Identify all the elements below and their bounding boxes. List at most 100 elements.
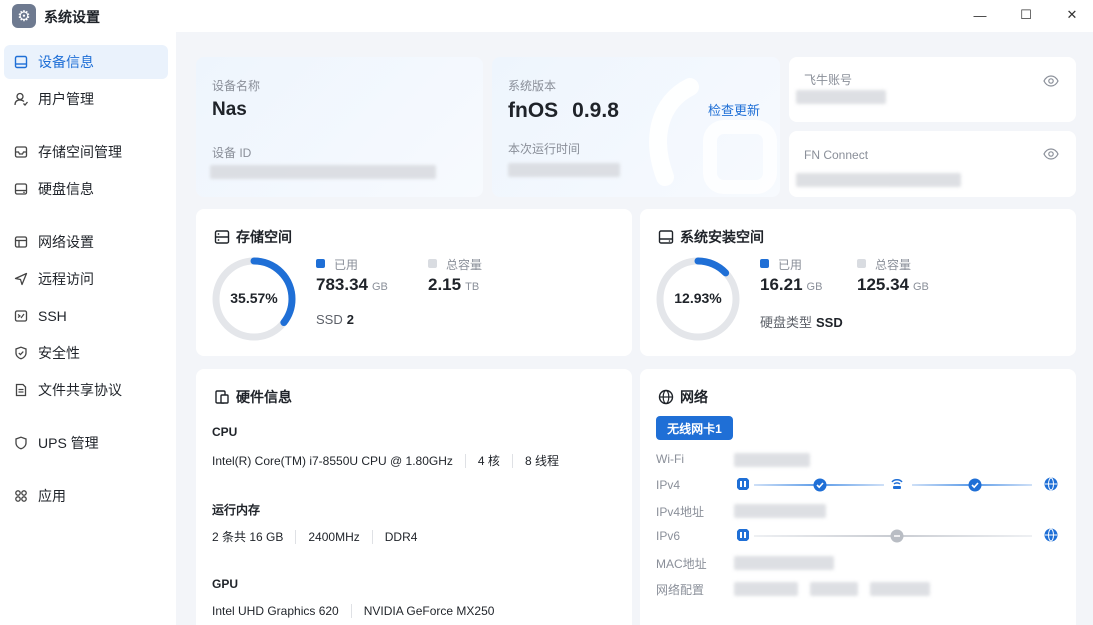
network-config-redacted-2	[810, 582, 858, 596]
sidebar-item-label: 硬盘信息	[38, 181, 94, 197]
sidebar-item-users[interactable]: 用户管理	[4, 82, 168, 116]
network-title: 网络	[658, 387, 708, 407]
device-id-redacted	[210, 165, 436, 179]
window-title: 系统设置	[44, 9, 100, 25]
ipv4-label: IPv4	[656, 478, 681, 492]
storage-title: 存储空间	[214, 227, 292, 247]
sidebar: 设备信息 用户管理 存储空间管理 硬盘信息 网络设置 远程访问 SSH 安全性 …	[0, 32, 176, 625]
sidebar-item-label: 文件共享协议	[38, 382, 122, 398]
shield-icon	[14, 346, 28, 360]
device-icon	[14, 55, 28, 69]
fn-connect-label: FN Connect	[804, 148, 869, 162]
user-icon	[14, 92, 28, 106]
system-space-disk-type: 硬盘类型 SSD	[760, 315, 843, 330]
check-icon	[968, 478, 982, 492]
storage-used-value: 783.34 GB	[316, 275, 388, 294]
network-card: 网络 无线网卡1 Wi-Fi IPv4 IPv4地址 IPv6 MAC地址 网络…	[640, 369, 1076, 625]
ups-icon	[14, 436, 28, 450]
total-legend-swatch	[857, 259, 866, 268]
network-config-redacted-3	[870, 582, 930, 596]
fn-connect-redacted	[796, 173, 961, 187]
hardware-title: 硬件信息	[214, 387, 292, 407]
disk-icon	[14, 182, 28, 196]
eye-icon[interactable]	[1043, 73, 1059, 89]
check-icon	[813, 478, 827, 492]
sidebar-item-label: UPS 管理	[38, 435, 99, 451]
sidebar-item-remote-access[interactable]: 远程访问	[4, 262, 168, 296]
system-version-label: 系统版本	[508, 79, 557, 93]
device-id-label: 设备 ID	[212, 146, 252, 160]
sidebar-item-storage[interactable]: 存储空间管理	[4, 135, 168, 169]
sidebar-item-disks[interactable]: 硬盘信息	[4, 172, 168, 206]
internet-globe-icon	[1044, 477, 1058, 491]
gpu-label: GPU	[212, 577, 239, 591]
feiniu-account-label: 飞牛账号	[804, 73, 853, 87]
mac-address-redacted	[734, 556, 834, 570]
system-space-title: 系统安装空间	[658, 227, 764, 247]
sidebar-item-label: 网络设置	[38, 234, 94, 250]
sidebar-item-ups[interactable]: UPS 管理	[4, 426, 168, 460]
ipv6-label: IPv6	[656, 529, 681, 543]
storage-card: 存储空间 35.57% 已用 783.34 GB 总容量 2.15 TB SSD 2	[196, 209, 632, 356]
ssh-icon	[14, 309, 28, 323]
device-node-icon	[737, 529, 749, 541]
gpu-integrated: Intel UHD Graphics 620	[212, 604, 339, 618]
used-legend-swatch	[316, 259, 325, 268]
sidebar-item-device-info[interactable]: 设备信息	[4, 45, 168, 79]
sidebar-item-ssh[interactable]: SSH	[4, 299, 168, 333]
wifi-redacted	[734, 453, 810, 467]
used-legend-label: 已用	[778, 258, 803, 272]
sidebar-item-security[interactable]: 安全性	[4, 336, 168, 370]
storage-total-value: 2.15 TB	[428, 275, 480, 294]
ipv4-address-label: IPv4地址	[656, 505, 705, 519]
sidebar-item-label: 设备信息	[38, 54, 94, 70]
system-version-value: fnOS 0.9.8	[508, 99, 619, 122]
minimize-button[interactable]: —	[968, 4, 992, 26]
maximize-button[interactable]: ☐	[1014, 4, 1038, 26]
feiniu-account-redacted	[796, 90, 886, 104]
total-legend-label: 总容量	[446, 258, 483, 272]
ram-frequency: 2400MHz	[308, 529, 360, 544]
check-update-link[interactable]: 检查更新	[708, 100, 760, 119]
storage-icon	[214, 230, 230, 244]
ram-details: 2 条共 16 GB 2400MHz DDR4	[212, 528, 417, 545]
eye-icon[interactable]	[1043, 146, 1059, 162]
gpu-discrete: NVIDIA GeForce MX250	[363, 604, 495, 618]
sidebar-item-label: 安全性	[38, 345, 80, 361]
device-name-value: Nas	[212, 99, 247, 120]
device-node-icon	[737, 478, 749, 490]
disk-icon	[658, 230, 674, 244]
main-content: 设备名称 Nas 设备 ID 系统版本 fnOS 0.9.8 检查更新 本次运行时…	[176, 32, 1093, 625]
wifi-label: Wi-Fi	[656, 452, 684, 466]
wireless-nic-1-tab[interactable]: 无线网卡1	[656, 416, 733, 440]
mac-address-label: MAC地址	[656, 557, 707, 571]
network-icon	[14, 235, 28, 249]
close-button[interactable]: ✕	[1060, 4, 1084, 26]
sidebar-item-label: 应用	[38, 488, 66, 504]
router-icon	[891, 479, 903, 489]
system-space-percent: 12.93%	[674, 290, 722, 306]
storage-disk-summary: SSD 2	[316, 312, 354, 327]
network-config-redacted-1	[734, 582, 798, 596]
file-share-icon	[14, 383, 28, 397]
globe-icon	[658, 389, 674, 405]
ram-size: 2 条共 16 GB	[212, 530, 284, 544]
sidebar-item-file-sharing[interactable]: 文件共享协议	[4, 373, 168, 407]
cpu-threads: 8 线程	[524, 454, 559, 468]
total-legend-swatch	[428, 259, 437, 268]
system-space-card: 系统安装空间 12.93% 已用 16.21 GB 总容量 125.34 GB 硬盘…	[640, 209, 1076, 356]
gpu-details: Intel UHD Graphics 620 NVIDIA GeForce MX…	[212, 604, 494, 618]
storage-icon	[14, 145, 28, 159]
hardware-icon	[215, 390, 229, 404]
settings-gear-icon: ⚙	[12, 4, 36, 28]
system-space-used-value: 16.21 GB	[760, 275, 823, 294]
cpu-details: Intel(R) Core(TM) i7-8550U CPU @ 1.80GHz…	[212, 452, 559, 469]
system-version-card: 系统版本 fnOS 0.9.8 检查更新 本次运行时间	[492, 57, 780, 197]
sidebar-item-label: 存储空间管理	[38, 144, 122, 160]
sidebar-item-label: SSH	[38, 308, 67, 324]
sidebar-item-apps[interactable]: 应用	[4, 479, 168, 513]
device-name-card: 设备名称 Nas 设备 ID	[196, 57, 483, 197]
cpu-label: CPU	[212, 425, 238, 439]
sidebar-item-label: 用户管理	[38, 91, 94, 107]
sidebar-item-network[interactable]: 网络设置	[4, 225, 168, 259]
